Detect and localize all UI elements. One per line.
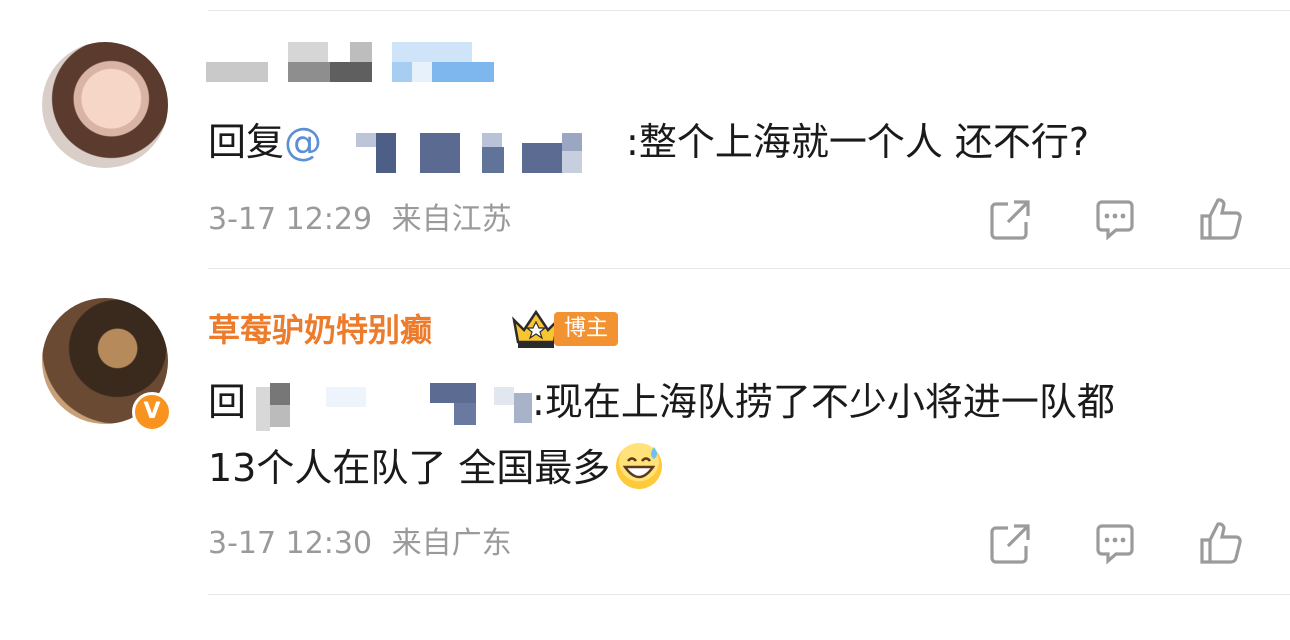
timestamp: 3-17 12:29 [208,202,373,237]
location: 来自广东 [391,526,512,561]
reply-prefix: 回 [208,380,247,424]
mention-redacted[interactable] [246,383,533,431]
comment-meta: 3-17 12:29 来自江苏 [208,200,512,240]
blogger-badge: 博主 [554,312,619,346]
comment-icon[interactable] [1092,196,1138,242]
comment-icon[interactable] [1092,520,1138,566]
mention-redacted[interactable] [322,123,626,173]
comment-body: :整个上海就一个人 还不行? [626,120,1090,164]
share-icon[interactable] [988,520,1034,566]
comment-body-line2: 13个人在队了 全国最多 [208,446,611,490]
share-icon[interactable] [988,196,1034,242]
comment-text: 回 :现在上海队捞了不少小将进一队都 [208,374,1115,431]
username[interactable]: 草莓驴奶特别癫 [208,310,432,350]
comment-text-line2: 13个人在队了 全国最多 [208,440,663,496]
mention-at[interactable]: @ [284,120,322,164]
like-icon[interactable] [1198,196,1244,242]
verified-badge: V [132,392,172,432]
avatar[interactable] [42,42,168,168]
comment-body: :现在上海队捞了不少小将进一队都 [532,380,1115,424]
top-divider [208,10,1290,11]
timestamp: 3-17 12:30 [208,526,373,561]
reply-prefix: 回复 [208,120,285,164]
comment-text: 回复@ :整个上海就一个人 还不行? [208,114,1090,173]
grin-sweat-emoji-icon [616,443,663,489]
like-icon[interactable] [1198,520,1244,566]
comment-divider [208,268,1290,269]
bottom-divider [208,594,1290,595]
location: 来自江苏 [391,202,512,237]
comment-meta: 3-17 12:30 来自广东 [208,524,512,564]
